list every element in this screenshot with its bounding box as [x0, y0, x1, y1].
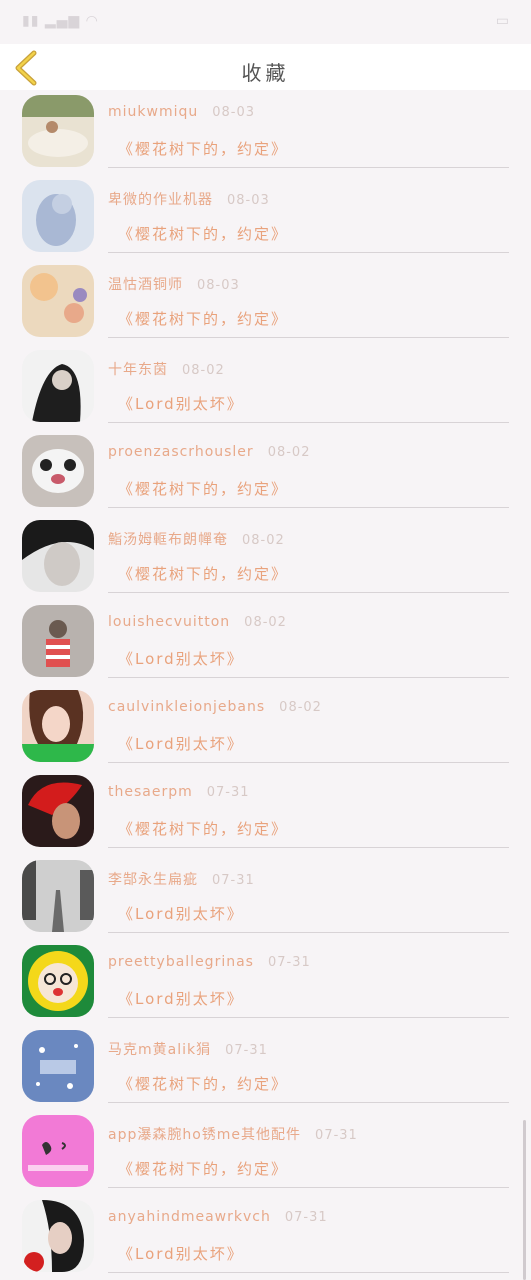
item-date: 08-02 [279, 700, 322, 715]
divider [108, 252, 509, 253]
list-item[interactable]: proenzascrhousler 08-02 《樱花树下的，约定》 [0, 430, 531, 515]
item-name[interactable]: louishecvuitton 08-02 [108, 614, 287, 630]
item-work-title[interactable]: 《Lord别太坏》 [118, 648, 244, 669]
item-date: 07-31 [267, 955, 311, 970]
divider [108, 1102, 509, 1103]
item-work-title[interactable]: 《樱花树下的，约定》 [118, 1158, 288, 1179]
item-name[interactable]: 李郜永生扁疵 07-31 [108, 869, 255, 889]
list-item[interactable]: preettyballegrinas 07-31 《Lord别太坏》 [0, 940, 531, 1025]
item-date: 07-31 [225, 1043, 268, 1058]
item-date: 07-31 [284, 1210, 328, 1225]
item-date: 08-03 [227, 193, 270, 208]
item-date: 08-03 [197, 278, 240, 293]
divider [108, 847, 509, 848]
item-name[interactable]: preettyballegrinas 07-31 [108, 954, 311, 970]
list-item[interactable]: caulvinkleionjebans 08-02 《Lord别太坏》 [0, 685, 531, 770]
avatar[interactable] [22, 180, 94, 252]
list-item[interactable]: 卑微的作业机器 08-03 《樱花树下的，约定》 [0, 175, 531, 260]
list-item[interactable]: thesaerpm 07-31 《樱花树下的，约定》 [0, 770, 531, 855]
item-name[interactable]: 温怙酒铜师 08-03 [108, 274, 240, 294]
item-date: 07-31 [315, 1128, 358, 1143]
status-signal-icons: ▮▮ ▂▄▆ ◠ [22, 13, 99, 29]
avatar[interactable] [22, 690, 94, 762]
favorites-list: miukwmiqu 08-03 《樱花树下的，约定》 卑微的作业机器 08-03 《… [0, 90, 531, 1280]
item-work-title[interactable]: 《Lord别太坏》 [118, 988, 244, 1009]
avatar[interactable] [22, 945, 94, 1017]
avatar[interactable] [22, 860, 94, 932]
battery-icon: ▭ [495, 13, 509, 29]
item-date: 08-03 [212, 105, 256, 120]
divider [108, 932, 509, 933]
divider [108, 1187, 509, 1188]
item-name[interactable]: anyahindmeawrkvch 07-31 [108, 1209, 328, 1225]
status-bar: ▮▮ ▂▄▆ ◠ ▭ [0, 0, 531, 44]
item-name[interactable]: proenzascrhousler 08-02 [108, 444, 310, 460]
avatar[interactable] [22, 520, 94, 592]
list-item[interactable]: 李郜永生扁疵 07-31 《Lord别太坏》 [0, 855, 531, 940]
scrollbar[interactable] [523, 1120, 526, 1280]
divider [108, 422, 509, 423]
avatar[interactable] [22, 1115, 94, 1187]
item-work-title[interactable]: 《樱花树下的，约定》 [118, 138, 288, 159]
page-title: 收藏 [241, 61, 290, 85]
divider [108, 1272, 509, 1273]
avatar[interactable] [22, 95, 94, 167]
divider [108, 167, 509, 168]
item-name[interactable]: 卑微的作业机器 08-03 [108, 189, 270, 209]
avatar[interactable] [22, 1030, 94, 1102]
item-name[interactable]: 鮨汤姆軭布朗幝奄 08-02 [108, 529, 285, 549]
list-item[interactable]: 鮨汤姆軭布朗幝奄 08-02 《樱花树下的，约定》 [0, 515, 531, 600]
item-work-title[interactable]: 《Lord别太坏》 [118, 733, 244, 754]
list-item[interactable]: 十年东茵 08-02 《Lord别太坏》 [0, 345, 531, 430]
divider [108, 337, 509, 338]
avatar[interactable] [22, 435, 94, 507]
avatar[interactable] [22, 1200, 94, 1272]
item-work-title[interactable]: 《樱花树下的，约定》 [118, 308, 288, 329]
item-work-title[interactable]: 《樱花树下的，约定》 [118, 1073, 288, 1094]
item-name[interactable]: caulvinkleionjebans 08-02 [108, 699, 322, 715]
item-name[interactable]: miukwmiqu 08-03 [108, 104, 255, 120]
list-item[interactable]: louishecvuitton 08-02 《Lord别太坏》 [0, 600, 531, 685]
item-work-title[interactable]: 《Lord别太坏》 [118, 393, 244, 414]
item-name[interactable]: app瀑森腕ho锈me其他配件 07-31 [108, 1124, 358, 1144]
item-name[interactable]: 十年东茵 08-02 [108, 359, 225, 379]
divider [108, 762, 509, 763]
list-item[interactable]: miukwmiqu 08-03 《樱花树下的，约定》 [0, 90, 531, 175]
avatar[interactable] [22, 605, 94, 677]
list-item[interactable]: anyahindmeawrkvch 07-31 《Lord别太坏》 [0, 1195, 531, 1280]
item-work-title[interactable]: 《樱花树下的，约定》 [118, 818, 288, 839]
item-work-title[interactable]: 《樱花树下的，约定》 [118, 563, 288, 584]
item-name[interactable]: thesaerpm 07-31 [108, 784, 250, 800]
item-date: 08-02 [244, 615, 287, 630]
item-date: 07-31 [212, 873, 255, 888]
avatar[interactable] [22, 775, 94, 847]
list-item[interactable]: 马克m黄alik狷 07-31 《樱花树下的，约定》 [0, 1025, 531, 1110]
item-work-title[interactable]: 《Lord别太坏》 [118, 1243, 244, 1264]
divider [108, 1017, 509, 1018]
avatar[interactable] [22, 265, 94, 337]
divider [108, 677, 509, 678]
item-work-title[interactable]: 《樱花树下的，约定》 [118, 478, 288, 499]
item-date: 08-02 [242, 533, 285, 548]
item-work-title[interactable]: 《Lord别太坏》 [118, 903, 244, 924]
item-date: 08-02 [182, 363, 225, 378]
item-work-title[interactable]: 《樱花树下的，约定》 [118, 223, 288, 244]
item-date: 07-31 [206, 785, 250, 800]
avatar[interactable] [22, 350, 94, 422]
list-item[interactable]: 温怙酒铜师 08-03 《樱花树下的，约定》 [0, 260, 531, 345]
list-item[interactable]: app瀑森腕ho锈me其他配件 07-31 《樱花树下的，约定》 [0, 1110, 531, 1195]
item-date: 08-02 [267, 445, 311, 460]
divider [108, 507, 509, 508]
item-name[interactable]: 马克m黄alik狷 07-31 [108, 1039, 268, 1059]
nav-bar: 收藏 [0, 44, 531, 90]
divider [108, 592, 509, 593]
